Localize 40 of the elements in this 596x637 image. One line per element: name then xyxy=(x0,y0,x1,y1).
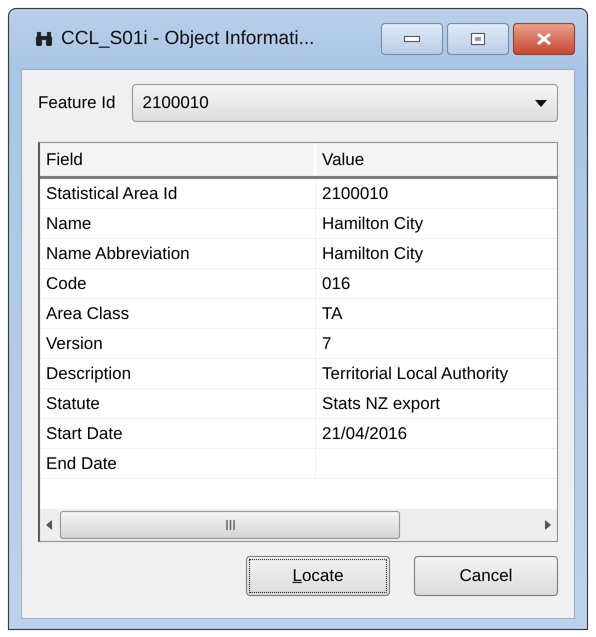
close-icon xyxy=(536,33,552,45)
dialog-button[interactable]: Cancel xyxy=(414,556,558,596)
table-cell-text: Hamilton City xyxy=(322,242,424,265)
table-cell-text: Territorial Local Authority xyxy=(322,362,508,385)
table-cell-text: 21/04/2016 xyxy=(322,422,408,445)
table-cell-text: 2100010 xyxy=(322,182,388,205)
table-cell-text: TA xyxy=(322,302,342,325)
minimize-button[interactable] xyxy=(381,23,443,55)
table-cell-text: 7 xyxy=(322,332,332,355)
scroll-thumb[interactable] xyxy=(60,511,400,539)
window-title: CCL_S01i - Object Informati... xyxy=(61,26,316,51)
column-header[interactable]: Field xyxy=(40,143,316,176)
table-cell-text: Hamilton City xyxy=(322,212,424,235)
table-cell-text: Version xyxy=(46,332,103,355)
table-cell-text: Description xyxy=(46,362,132,385)
table-cell-text: Statute xyxy=(46,392,100,415)
grip-icon xyxy=(226,520,234,530)
table-cell-text: Statistical Area Id xyxy=(46,182,178,205)
caret-icon xyxy=(535,100,547,106)
field-label: Feature Id xyxy=(38,92,116,114)
binoculars-icon xyxy=(35,31,53,47)
table-cell-text: Start Date xyxy=(46,422,123,445)
table-cell-text: Code xyxy=(46,272,87,295)
close-button[interactable] xyxy=(513,23,575,55)
table-cell-text: Stats NZ export xyxy=(322,392,440,415)
dropdown-value: 2100010 xyxy=(142,92,209,114)
table-cell-text: End Date xyxy=(46,452,117,475)
table-cell-text: Area Class xyxy=(46,302,130,325)
scroll-right-icon[interactable] xyxy=(545,520,551,530)
horizontal-scrollbar[interactable] xyxy=(40,509,557,541)
column-header[interactable]: Value xyxy=(316,143,557,176)
table-cell-text: Name Abbreviation xyxy=(46,242,190,265)
maximize-button[interactable] xyxy=(447,23,509,55)
minimize-icon xyxy=(404,36,420,42)
scroll-left-icon[interactable] xyxy=(46,520,52,530)
feature-id-dropdown[interactable]: 2100010 xyxy=(132,84,558,122)
table-cell-text: 016 xyxy=(322,272,350,295)
maximize-icon xyxy=(471,33,485,45)
dialog-button[interactable]: Locate xyxy=(246,556,390,596)
table-cell-text: Name xyxy=(46,212,92,235)
